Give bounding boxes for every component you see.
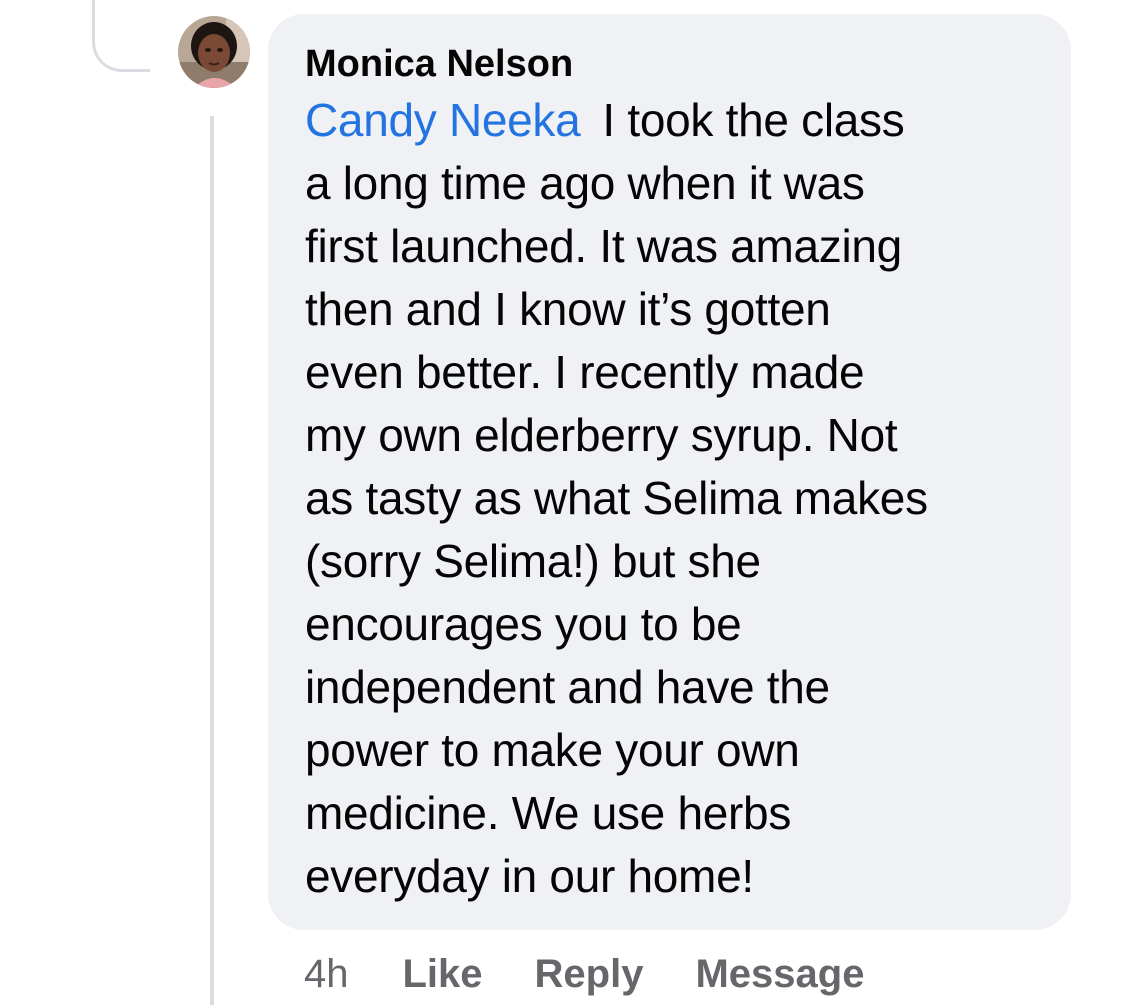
comment-author[interactable]: Monica Nelson [305,41,1051,87]
comment-line: my own elderberry syrup. Not [305,409,898,461]
comment-line-text: I took the class [602,94,905,146]
comment-line: everyday in our home! [305,850,754,902]
comment-line: a long time ago when it was [305,157,865,209]
comment-timestamp[interactable]: 4h [304,952,349,997]
comment-line: even better. I recently made [305,346,865,398]
reply-thread-connector [92,0,150,72]
comment-line: as tasty as what Selima makes [305,472,928,524]
comment-line: (sorry Selima!) but she [305,535,761,587]
comment-line: first launched. It was amazing [305,220,902,272]
comment-text: Candy Neeka I took the class a long time … [305,89,1051,908]
comment-line: independent and have the [305,661,830,713]
comment-line: Candy Neeka I took the class [305,89,1051,152]
reply-button[interactable]: Reply [535,952,644,997]
thread-line [210,116,214,1005]
like-button[interactable]: Like [403,952,483,997]
profile-photo [178,16,250,88]
comment-line: power to make your own [305,724,800,776]
message-button[interactable]: Message [695,952,864,997]
comment-line: encourages you to be [305,598,742,650]
comment-line: then and I know it’s gotten [305,283,831,335]
comment-bubble: Monica Nelson Candy Neeka I took the clas… [268,14,1071,930]
comment-line: medicine. We use herbs [305,787,792,839]
mention-link[interactable]: Candy Neeka [305,94,581,146]
avatar[interactable] [178,16,250,88]
comment-actions: 4h Like Reply Message [304,946,916,1002]
